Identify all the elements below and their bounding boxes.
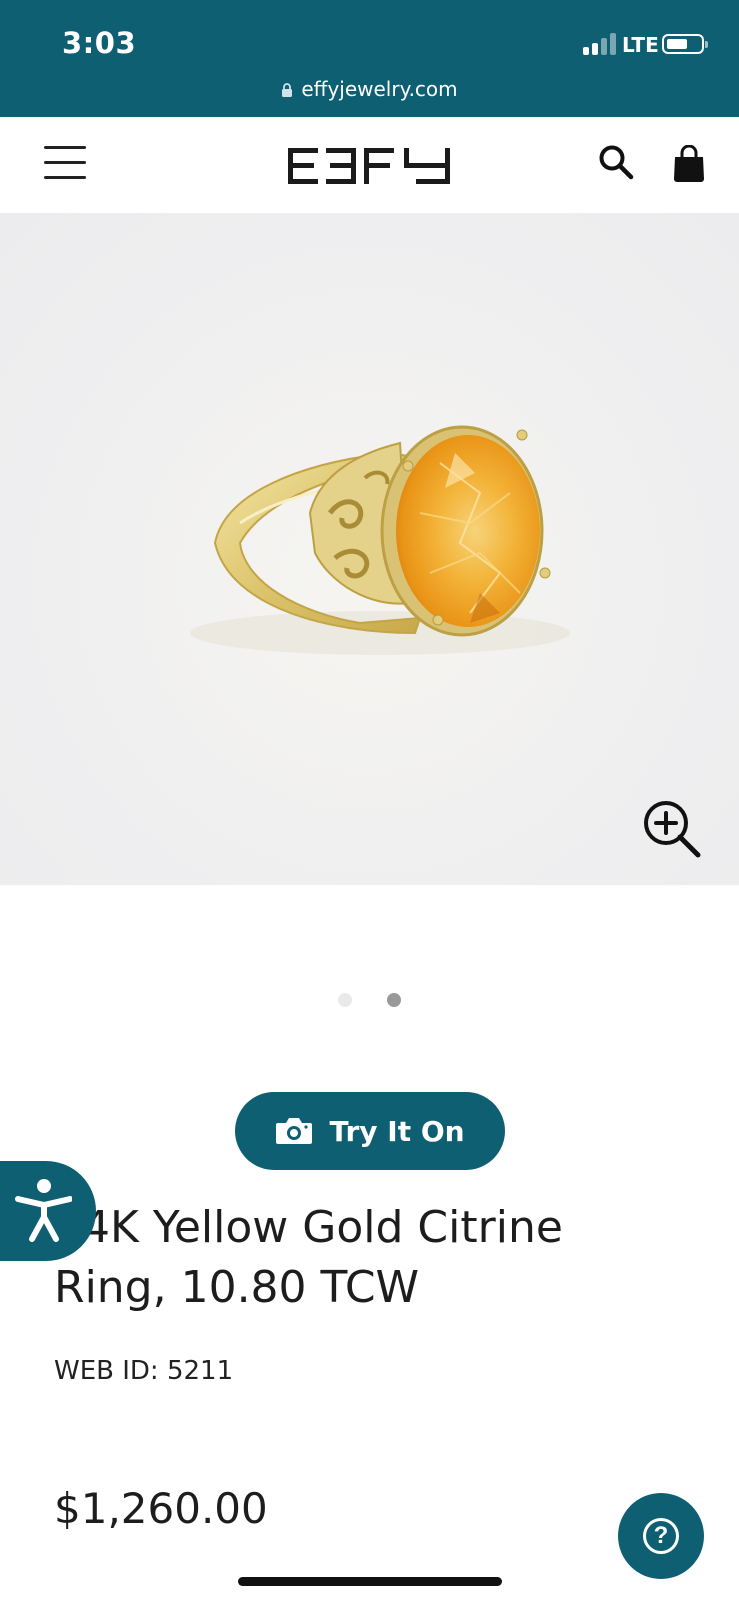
home-indicator[interactable] <box>238 1577 502 1586</box>
accessibility-icon <box>15 1179 72 1242</box>
zoom-in-icon[interactable] <box>640 797 704 861</box>
lock-icon <box>282 83 293 97</box>
accessibility-button[interactable] <box>0 1161 96 1261</box>
effy-logo[interactable] <box>288 148 450 184</box>
try-it-on-label: Try It On <box>329 1114 465 1148</box>
product-title: 14K Yellow Gold Citrine Ring, 10.80 TCW <box>54 1202 563 1313</box>
address-bar[interactable]: effyjewelry.com <box>0 77 739 101</box>
battery-icon <box>662 34 708 54</box>
product-price: $1,260.00 <box>54 1484 268 1533</box>
url-text: effyjewelry.com <box>301 77 458 101</box>
status-time: 3:03 <box>62 26 137 60</box>
carousel-dot-2[interactable] <box>387 993 401 1007</box>
help-icon: ? <box>643 1518 679 1554</box>
menu-icon[interactable] <box>44 144 86 180</box>
product-image-gallery[interactable] <box>0 213 739 885</box>
camera-icon <box>276 1118 313 1144</box>
signal-icon <box>583 33 617 55</box>
status-bar: 3:03 LTE effyjewelry.com <box>0 0 739 117</box>
shopping-bag-icon[interactable] <box>672 145 706 183</box>
try-it-on-button[interactable]: Try It On <box>235 1092 505 1170</box>
network-type: LTE <box>622 33 659 57</box>
product-image <box>190 425 570 655</box>
carousel-dot-1[interactable] <box>338 993 352 1007</box>
search-icon[interactable] <box>598 144 634 180</box>
web-id: WEB ID: 5211 <box>54 1356 234 1386</box>
help-button[interactable]: ? <box>618 1493 704 1579</box>
